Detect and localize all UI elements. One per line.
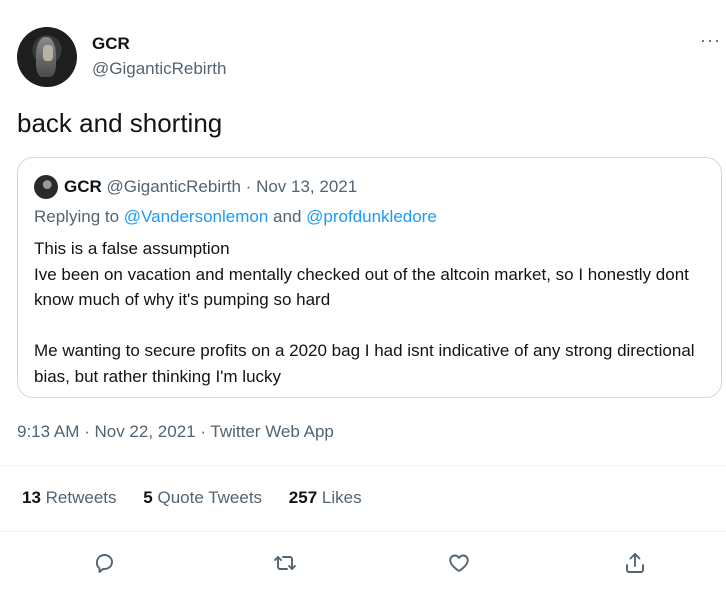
quotes-count: 5	[143, 488, 153, 507]
reply-button[interactable]	[90, 548, 120, 578]
author-handle[interactable]: @GiganticRebirth	[92, 59, 226, 79]
quoted-tweet-card[interactable]: GCR @GiganticRebirth · Nov 13, 2021 Repl…	[17, 157, 722, 398]
retweet-icon	[274, 556, 296, 570]
reply-mention-2[interactable]: @profdunkledore	[306, 207, 437, 226]
quoted-tweet-header: GCR @GiganticRebirth · Nov 13, 2021	[64, 177, 357, 197]
reply-icon	[96, 554, 113, 573]
tweet-timestamp[interactable]: 9:13 AM · Nov 22, 2021 · Twitter Web App	[17, 422, 334, 442]
divider-bottom	[0, 531, 726, 532]
quote-tweets-stat[interactable]: 5 Quote Tweets	[143, 488, 262, 507]
replying-prefix: Replying to	[34, 207, 124, 226]
tweet-text: back and shorting	[17, 108, 223, 138]
author-avatar[interactable]	[17, 27, 77, 87]
quoted-author-name: GCR	[64, 177, 102, 196]
like-button[interactable]	[444, 548, 474, 578]
heart-icon	[449, 554, 469, 572]
retweets-count: 13	[22, 488, 41, 507]
replying-to-line: Replying to @Vandersonlemon and @profdun…	[34, 207, 437, 227]
retweets-label: Retweets	[45, 488, 117, 507]
share-icon	[626, 553, 644, 573]
engagement-stats: 13 Retweets 5 Quote Tweets 257 Likes	[22, 488, 384, 508]
likes-count: 257	[288, 488, 318, 507]
divider-top	[0, 465, 726, 466]
more-options-icon[interactable]: ···	[700, 30, 721, 51]
likes-stat[interactable]: 257 Likes	[289, 488, 362, 507]
quoted-tweet-date: Nov 13, 2021	[256, 177, 358, 196]
quoted-author-handle: @GiganticRebirth	[106, 177, 241, 196]
retweets-stat[interactable]: 13 Retweets	[22, 488, 117, 507]
quoted-tweet-body: This is a false assumption Ive been on v…	[34, 239, 695, 386]
reply-mention-1[interactable]: @Vandersonlemon	[124, 207, 269, 226]
replying-and: and	[268, 207, 307, 226]
likes-label: Likes	[321, 488, 362, 507]
avatar-beak-shape	[43, 45, 53, 61]
header-separator: ·	[240, 177, 257, 196]
quoted-author-avatar	[34, 175, 58, 199]
retweet-button[interactable]	[270, 548, 300, 578]
quotes-label: Quote Tweets	[157, 488, 263, 507]
share-button[interactable]	[620, 548, 650, 578]
author-display-name[interactable]: GCR	[92, 34, 130, 54]
